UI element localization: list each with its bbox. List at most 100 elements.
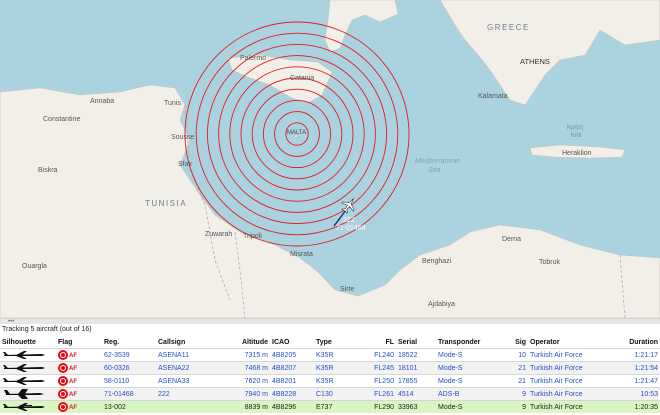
callsign-cell[interactable]: ASENA33: [156, 374, 228, 388]
city-sousse: Sousse: [171, 134, 194, 141]
turkey-flag-icon: [58, 376, 68, 386]
land-italy: [324, 0, 399, 53]
silhouette-cell: [0, 348, 56, 362]
col-sig[interactable]: Sig: [498, 336, 528, 349]
col-fl[interactable]: FL: [360, 336, 396, 349]
turkey-flag-icon: [58, 389, 68, 399]
callsign-cell[interactable]: ASENA11: [156, 348, 228, 362]
col-operator[interactable]: Operator: [528, 336, 612, 349]
fl-cell: FL245: [360, 361, 396, 375]
altitude-cell: 7940 m: [228, 387, 270, 401]
city-palermo: Palermo: [240, 55, 266, 62]
operator-cell: Turkish Air Force: [528, 400, 612, 413]
af-badge: AF: [69, 391, 77, 398]
transponder-cell: Mode-S: [436, 400, 498, 413]
table-row[interactable]: AF 58-0110 ASENA33 7620 m 4B8201 K35R FL…: [0, 374, 660, 388]
altitude-cell: 7315 m: [228, 348, 270, 362]
turkey-flag-icon: [58, 350, 68, 360]
col-icao[interactable]: ICAO: [270, 336, 314, 349]
operator-cell: Turkish Air Force: [528, 387, 612, 401]
map-view[interactable]: 222 71-01468 GREECE TUNISIA MALTA Medite…: [0, 0, 660, 318]
aircraft-table: Silhouette Flag Reg. Callsign Altitude I…: [0, 336, 660, 413]
col-transponder[interactable]: Transponder: [436, 336, 498, 349]
icao-cell[interactable]: 4B8201: [270, 374, 314, 388]
city-constantine: Constantine: [43, 116, 80, 123]
altitude-cell: 7468 m: [228, 361, 270, 375]
table-row[interactable]: AF 71-01468 222 7940 m 4B8228 C130 FL261…: [0, 387, 660, 401]
type-cell: K35R: [314, 374, 360, 388]
icao-cell[interactable]: 4B8207: [270, 361, 314, 375]
city-misrata: Misrata: [290, 251, 313, 258]
city-biskra: Biskra: [38, 167, 58, 174]
reg-cell[interactable]: 58-0110: [102, 374, 156, 388]
fl-cell: FL240: [360, 348, 396, 362]
silhouette-cell: [0, 361, 56, 375]
fl-cell: FL261: [360, 387, 396, 401]
transponder-cell: Mode-S: [436, 348, 498, 362]
city-derna: Derna: [502, 236, 521, 243]
table-row[interactable]: AF 62-3539 ASENA11 7315 m 4B8205 K35R FL…: [0, 348, 660, 362]
serial-cell: 33963: [396, 400, 436, 413]
flag-cell: AF: [56, 400, 102, 413]
duration-cell: 1:20:35: [612, 400, 660, 413]
sea-label-line2: Sea: [428, 167, 441, 174]
icao-cell[interactable]: 4B8205: [270, 348, 314, 362]
type-cell: C130: [314, 387, 360, 401]
island-crete-label-1: Κρήτη: [567, 124, 583, 131]
flag-cell: AF: [56, 348, 102, 362]
city-kalamata: Kalamata: [478, 93, 508, 100]
col-callsign[interactable]: Callsign: [156, 336, 228, 349]
turkey-flag-icon: [58, 402, 68, 412]
city-tobruk: Tobruk: [539, 259, 561, 266]
map-canvas[interactable]: 222 71-01468 GREECE TUNISIA MALTA Medite…: [0, 0, 660, 318]
city-catania: Catania: [290, 75, 314, 82]
land-greece: [439, 0, 660, 106]
flag-cell: AF: [56, 361, 102, 375]
duration-cell: 1:21:54: [612, 361, 660, 375]
transponder-cell: Mode-S: [436, 361, 498, 375]
af-badge: AF: [69, 378, 77, 385]
col-serial[interactable]: Serial: [396, 336, 436, 349]
transponder-cell: Mode-S: [436, 374, 498, 388]
serial-cell: 18101: [396, 361, 436, 375]
city-heraklion: Heraklion: [562, 150, 592, 157]
operator-cell: Turkish Air Force: [528, 348, 612, 362]
reg-cell[interactable]: 71-01468: [102, 387, 156, 401]
callsign-cell[interactable]: [156, 400, 228, 413]
sig-cell: 9: [498, 387, 528, 401]
serial-cell: 18522: [396, 348, 436, 362]
sig-cell: 9: [498, 400, 528, 413]
city-sirte: Sirte: [340, 286, 355, 293]
col-altitude[interactable]: Altitude: [228, 336, 270, 349]
country-label-greece: GREECE: [487, 23, 530, 32]
af-badge: AF: [69, 365, 77, 372]
col-flag[interactable]: Flag: [56, 336, 102, 349]
reg-cell[interactable]: 13-002: [102, 400, 156, 413]
flag-cell: AF: [56, 374, 102, 388]
aircraft-panel: Tracking 5 aircraft (out of 16) Silhouet…: [0, 324, 660, 415]
city-zuwarah: Zuwarah: [205, 231, 232, 238]
flag-cell: AF: [56, 387, 102, 401]
type-cell: E737: [314, 400, 360, 413]
reg-cell[interactable]: 62-3539: [102, 348, 156, 362]
icao-cell[interactable]: 4B8228: [270, 387, 314, 401]
island-crete-label-2: Kriti: [571, 133, 581, 139]
aircraft-icon[interactable]: [339, 194, 360, 215]
col-type[interactable]: Type: [314, 336, 360, 349]
col-silhouette[interactable]: Silhouette: [0, 336, 56, 349]
serial-cell: 17855: [396, 374, 436, 388]
sea-label-line1: Mediterranean: [415, 158, 460, 165]
col-reg[interactable]: Reg.: [102, 336, 156, 349]
serial-cell: 4514: [396, 387, 436, 401]
callsign-cell[interactable]: 222: [156, 387, 228, 401]
type-cell: K35R: [314, 361, 360, 375]
col-duration[interactable]: Duration: [612, 336, 660, 349]
reg-cell[interactable]: 60-0326: [102, 361, 156, 375]
callsign-cell[interactable]: ASENA22: [156, 361, 228, 375]
icao-cell[interactable]: 4B8296: [270, 400, 314, 413]
city-ouargla: Ouargla: [22, 263, 47, 270]
aircraft-label-callsign: 222: [343, 217, 355, 224]
table-row[interactable]: AF 60-0326 ASENA22 7468 m 4B8207 K35R FL…: [0, 361, 660, 375]
table-row-selected[interactable]: AF 13-002 8839 m 4B8296 E737 FL290 33963…: [0, 400, 660, 413]
fl-cell: FL250: [360, 374, 396, 388]
